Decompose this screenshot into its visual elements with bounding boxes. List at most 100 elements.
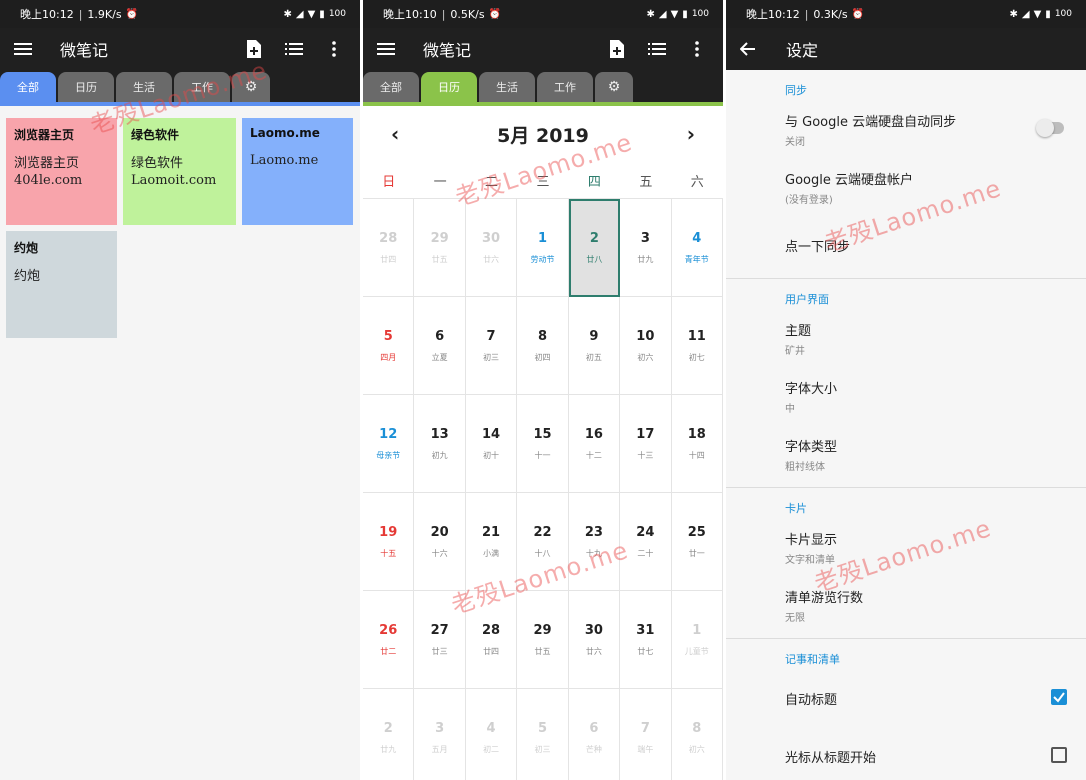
calendar-day[interactable]: 4 青年节: [671, 199, 723, 297]
settings-item-label: 字体类型: [785, 439, 838, 455]
settings-item[interactable]: 卡片显示 文字和清单: [726, 518, 1086, 576]
note-card[interactable]: 浏览器主页 浏览器主页 404le.com: [6, 118, 117, 225]
calendar-day[interactable]: 4 初二: [466, 689, 518, 780]
calendar-day[interactable]: 22 十八: [517, 493, 569, 591]
calendar-day-today[interactable]: 2 廿八: [568, 199, 621, 297]
prev-month-button[interactable]: ‹: [391, 122, 399, 146]
calendar-day[interactable]: 3 廿九: [620, 199, 672, 297]
settings-item[interactable]: 清单游览行数 无限: [726, 576, 1086, 634]
list-view-button[interactable]: [637, 31, 677, 67]
settings-item-value: 无限: [785, 612, 805, 624]
settings-item[interactable]: 主题 矿井: [726, 309, 1086, 367]
hamburger-icon: [14, 43, 32, 55]
menu-button[interactable]: [363, 42, 407, 56]
overflow-menu-button[interactable]: [314, 31, 354, 67]
calendar-day[interactable]: 26 廿二: [363, 591, 415, 689]
tab-life[interactable]: 生活: [479, 72, 535, 102]
calendar-day[interactable]: 17 十三: [620, 395, 672, 493]
calendar-day[interactable]: 1 儿童节: [671, 591, 723, 689]
calendar-day[interactable]: 5 四月: [363, 297, 415, 395]
calendar-day[interactable]: 12 母亲节: [363, 395, 415, 493]
note-card[interactable]: Laomo.me Laomo.me: [242, 118, 353, 225]
settings-item[interactable]: 自动标题: [726, 669, 1086, 727]
calendar-day[interactable]: 21 小满: [465, 493, 518, 591]
calendar-day[interactable]: 13 初九: [414, 395, 466, 493]
new-note-button[interactable]: [597, 31, 637, 67]
calendar-day[interactable]: 23 十九: [568, 493, 621, 591]
calendar-day[interactable]: 25 廿一: [671, 493, 723, 591]
setting-checkbox[interactable]: [1051, 689, 1067, 705]
tab-work[interactable]: 工作: [537, 72, 593, 102]
setting-checkbox[interactable]: [1051, 747, 1067, 763]
sync-toggle[interactable]: [1036, 119, 1064, 137]
settings-item[interactable]: 光标从标题开始: [726, 727, 1086, 780]
settings-section-title: 用户界面: [785, 293, 829, 306]
calendar-day[interactable]: 20 十六: [414, 493, 466, 591]
note-card[interactable]: 绿色软件 绿色软件 Laomoit.com: [123, 118, 236, 225]
calendar-day[interactable]: 30 廿六: [465, 199, 518, 297]
list-view-button[interactable]: [274, 31, 314, 67]
calendar-day[interactable]: 6 芒种: [569, 689, 621, 780]
calendar-day[interactable]: 27 廿三: [414, 591, 466, 689]
settings-item-label: 点一下同步: [785, 239, 851, 255]
gear-icon: ⚙: [244, 79, 258, 95]
lunar-label: 廿六: [483, 254, 500, 264]
menu-button[interactable]: [0, 42, 44, 56]
battery-icon: ▮: [682, 8, 688, 20]
calendar-day[interactable]: 31 廿七: [620, 591, 672, 689]
note-card[interactable]: 约炮 约炮: [6, 231, 117, 338]
calendar-day[interactable]: 28 廿四: [465, 591, 518, 689]
settings-item[interactable]: 字体类型 粗衬线体: [726, 425, 1086, 483]
tab-settings[interactable]: ⚙: [595, 72, 633, 102]
lunar-label: 廿三: [431, 646, 448, 656]
settings-item[interactable]: Google 云端硬盘帐户 (没有登录): [726, 158, 1086, 216]
calendar-day[interactable]: 6 立夏: [414, 297, 466, 395]
calendar-day[interactable]: 8 初四: [517, 297, 569, 395]
calendar-day[interactable]: 30 廿六: [568, 591, 621, 689]
settings-item-label: Google 云端硬盘帐户: [785, 172, 913, 188]
calendar-day[interactable]: 29 廿五: [414, 199, 466, 297]
calendar-day[interactable]: 29 廿五: [517, 591, 569, 689]
next-month-button[interactable]: ›: [687, 122, 695, 146]
lunar-label: 廿五: [534, 646, 551, 656]
calendar-day[interactable]: 28 廿四: [363, 199, 415, 297]
lunar-label: 十四: [688, 450, 705, 460]
calendar-day[interactable]: 9 初五: [568, 297, 621, 395]
tab-all[interactable]: 全部: [0, 72, 56, 102]
calendar-day[interactable]: 1 劳动节: [517, 199, 569, 297]
day-number: 12: [379, 426, 398, 442]
weekday-label: 二: [485, 174, 499, 190]
battery-level: 100: [328, 9, 346, 19]
lunar-label: 芒种: [585, 744, 602, 754]
note-body: Laomo.me: [250, 153, 319, 168]
new-note-button[interactable]: [234, 31, 274, 67]
settings-list: 同步与 Google 云端硬盘自动同步 关闭 Google 云端硬盘帐户 (没有登录)…: [726, 70, 1086, 780]
tab-life[interactable]: 生活: [116, 72, 172, 102]
calendar-day[interactable]: 10 初六: [620, 297, 672, 395]
calendar-day[interactable]: 15 十一: [517, 395, 569, 493]
calendar-day[interactable]: 3 五月: [414, 689, 466, 780]
calendar-day[interactable]: 19 十五: [363, 493, 415, 591]
calendar-day[interactable]: 11 初七: [671, 297, 723, 395]
back-button[interactable]: [726, 42, 770, 56]
calendar-day[interactable]: 7 端午: [620, 689, 672, 780]
calendar-day[interactable]: 24 二十: [620, 493, 672, 591]
tab-calendar[interactable]: 日历: [421, 72, 477, 102]
settings-item[interactable]: 点一下同步: [726, 216, 1086, 274]
calendar-day[interactable]: 16 十二: [568, 395, 621, 493]
settings-item[interactable]: 字体大小中: [726, 367, 1086, 425]
calendar-day[interactable]: 2 廿九: [363, 689, 415, 780]
calendar-day[interactable]: 5 初三: [517, 689, 569, 780]
tab-work[interactable]: 工作: [174, 72, 230, 102]
settings-item[interactable]: 与 Google 云端硬盘自动同步 关闭: [726, 100, 1086, 158]
tab-all[interactable]: 全部: [363, 72, 419, 102]
calendar-day[interactable]: 18 十四: [671, 395, 723, 493]
signal-icon: ◢: [295, 8, 304, 20]
calendar-day[interactable]: 8 初六: [672, 689, 723, 780]
calendar-day[interactable]: 14 初十: [465, 395, 518, 493]
signal-icon: ◢: [1021, 8, 1030, 20]
tab-calendar[interactable]: 日历: [58, 72, 114, 102]
overflow-menu-button[interactable]: [677, 31, 717, 67]
calendar-day[interactable]: 7 初三: [465, 297, 518, 395]
tab-settings[interactable]: ⚙: [232, 72, 270, 102]
